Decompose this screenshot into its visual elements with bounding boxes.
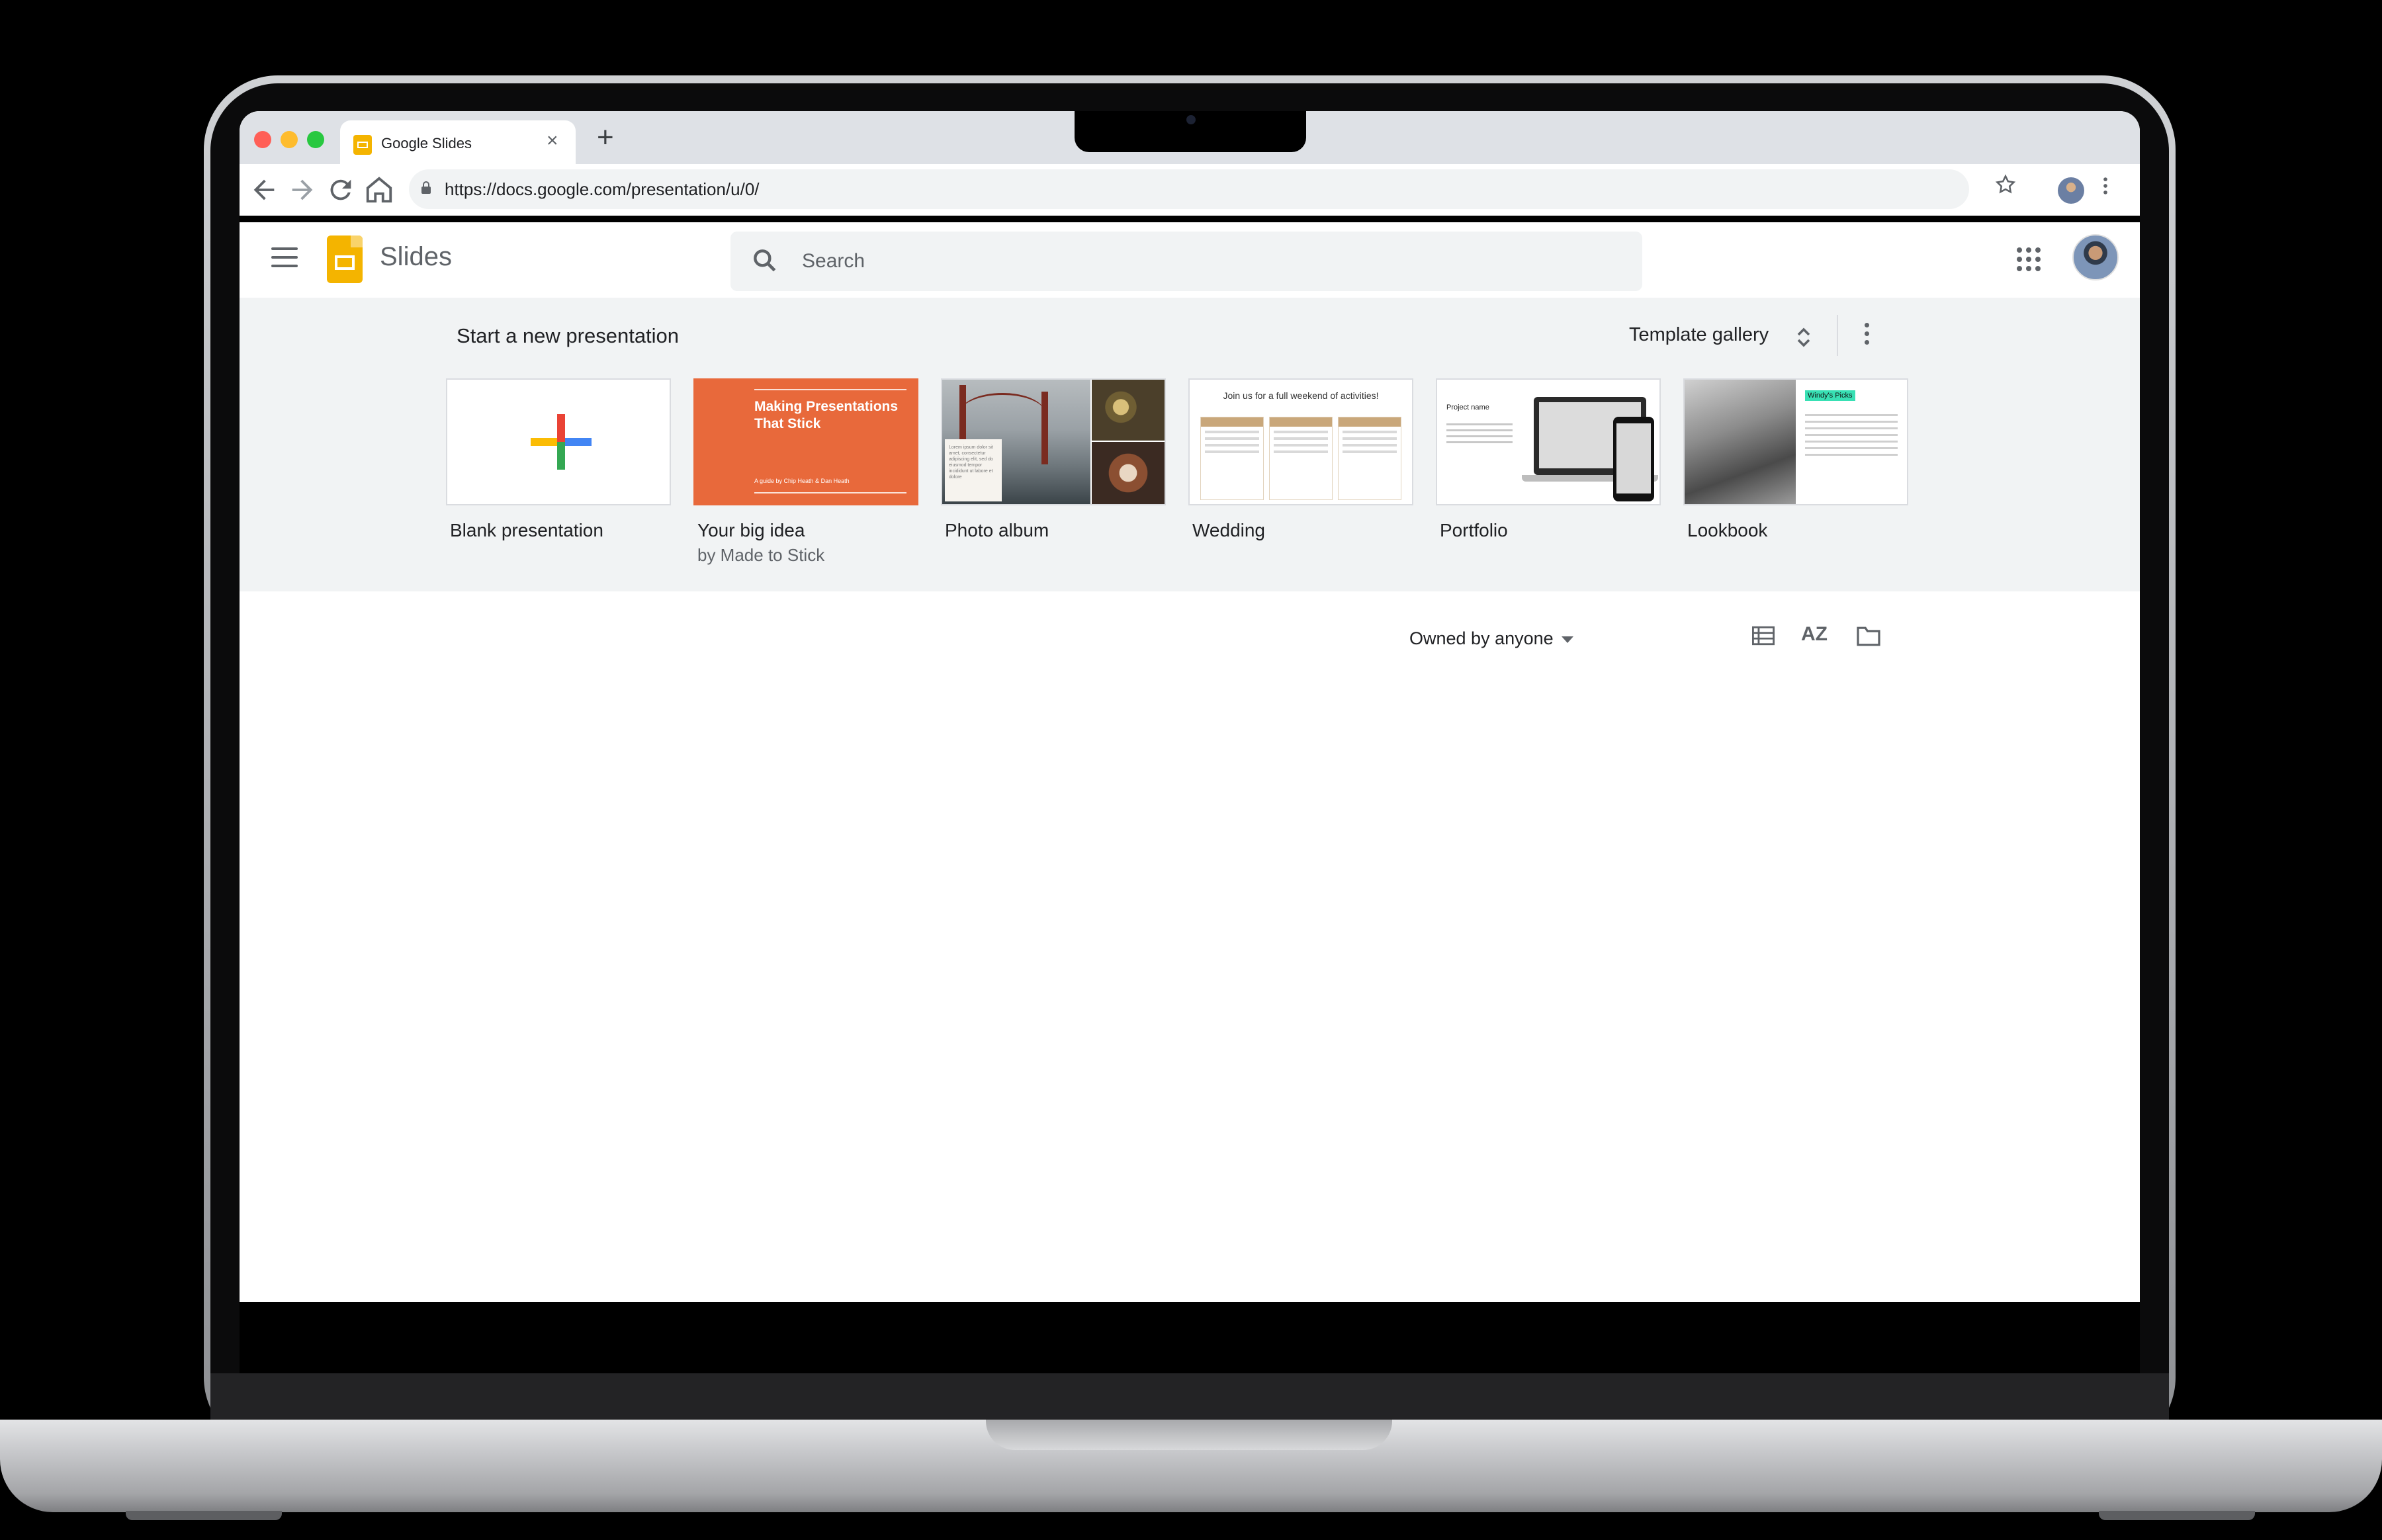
search-placeholder: Search	[802, 250, 865, 272]
list-view-icon[interactable]	[1752, 626, 1775, 646]
laptop-hinge	[210, 1373, 2169, 1421]
template-gallery-label: Template gallery	[1629, 324, 1769, 345]
bezel-bottom	[240, 1302, 2140, 1375]
dropdown-arrow-icon[interactable]	[1562, 636, 1573, 643]
tab-title: Google Slides	[381, 135, 472, 151]
window-minimize-button[interactable]	[281, 131, 298, 148]
tab-close-icon[interactable]: ×	[547, 131, 558, 151]
menu-icon[interactable]	[271, 247, 298, 271]
address-bar[interactable]: https://docs.google.com/presentation/u/0…	[409, 169, 1969, 209]
unfold-more-icon	[1796, 325, 1812, 349]
template-thumbnail[interactable]: Lorem ipsum dolor sit amet, consectetur …	[941, 378, 1166, 505]
template-name: Portfolio	[1440, 520, 1508, 540]
screen: Google Slides × + https://docs.google.co…	[240, 111, 2140, 1302]
forward-icon[interactable]	[287, 175, 318, 213]
star-icon[interactable]	[1994, 173, 2017, 204]
laptop-foot-right	[2099, 1511, 2255, 1520]
owner-filter-dropdown[interactable]: Owned by anyone	[1409, 628, 1554, 649]
toolbar-divider	[240, 216, 2140, 222]
laptop-foot-left	[126, 1511, 282, 1520]
search-icon[interactable]	[750, 246, 779, 275]
browser-toolbar: https://docs.google.com/presentation/u/0…	[240, 164, 2140, 216]
lock-icon	[421, 181, 431, 194]
search-input[interactable]: Search	[730, 232, 1642, 291]
template-name: Blank presentation	[450, 520, 603, 540]
gallery-divider	[1837, 315, 1838, 356]
thumb-title: Making Presentations That Stick	[754, 399, 899, 431]
browser-profile-avatar[interactable]	[2058, 177, 2084, 204]
account-avatar[interactable]	[2072, 234, 2119, 280]
template-section: Start a new presentation Template galler…	[240, 298, 2140, 591]
window-close-button[interactable]	[254, 131, 271, 148]
sort-az-icon[interactable]: AZ	[1801, 623, 1828, 646]
url-text: https://docs.google.com/presentation/u/0…	[445, 179, 760, 199]
thumb-title: Join us for a full weekend of activities…	[1223, 390, 1379, 401]
template-name: Your big idea	[697, 520, 805, 540]
folder-icon[interactable]	[1855, 626, 1882, 647]
apps-icon[interactable]	[2017, 247, 2041, 271]
thumb-text: Lorem ipsum dolor sit amet, consectetur …	[949, 445, 993, 480]
template-name: Photo album	[945, 520, 1049, 540]
app-title[interactable]: Slides	[380, 242, 452, 272]
reload-icon[interactable]	[326, 175, 356, 213]
camera-icon	[1186, 115, 1196, 124]
more-vert-icon[interactable]	[1865, 323, 1870, 349]
thumb-subtitle: A guide by Chip Heath & Dan Heath	[754, 478, 850, 484]
window-zoom-button[interactable]	[307, 131, 324, 148]
more-vert-icon[interactable]	[2099, 175, 2112, 205]
laptop-base-notch	[986, 1420, 1392, 1450]
template-thumbnail[interactable]: Windy's Picks	[1683, 378, 1908, 505]
thumb-title: Windy's Picks	[1805, 390, 1855, 401]
home-icon[interactable]	[364, 175, 394, 213]
section-title: Start a new presentation	[457, 324, 680, 347]
template-name: Wedding	[1192, 520, 1266, 540]
template-thumbnail[interactable]	[446, 378, 671, 505]
slides-logo-icon[interactable]	[327, 235, 363, 283]
slides-favicon-icon	[353, 135, 372, 155]
browser-tab[interactable]: Google Slides ×	[340, 120, 576, 164]
template-subtitle: by Made to Stick	[697, 545, 825, 565]
template-thumbnail[interactable]: Project name	[1436, 378, 1661, 505]
template-thumbnail[interactable]: Making Presentations That Stick A guide …	[693, 378, 918, 505]
new-tab-button[interactable]: +	[597, 123, 614, 152]
template-name: Lookbook	[1687, 520, 1768, 540]
template-thumbnail[interactable]: Join us for a full weekend of activities…	[1188, 378, 1413, 505]
thumb-title: Project name	[1446, 404, 1489, 411]
back-icon[interactable]	[249, 175, 279, 213]
app-header: Slides Search	[240, 222, 2140, 298]
